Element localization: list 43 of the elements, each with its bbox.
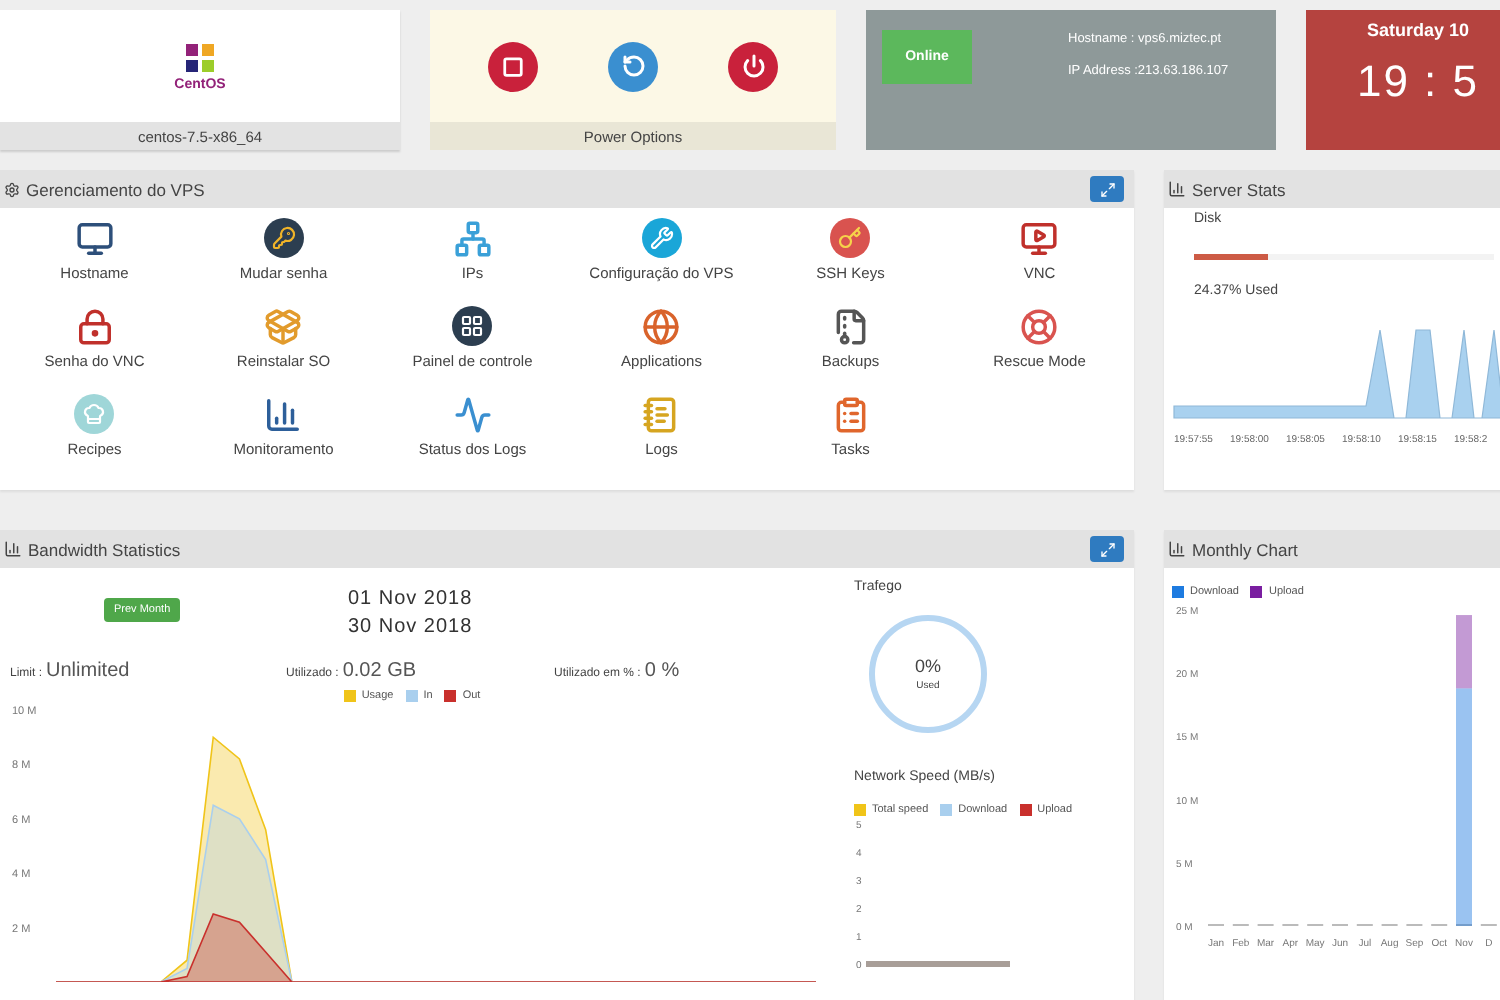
wrench-icon: [641, 218, 682, 258]
lifebuoy-icon: [1019, 306, 1060, 346]
bar-chart-icon: [1168, 180, 1186, 198]
bar-chart-icon: [263, 394, 304, 434]
key-icon: [830, 218, 871, 258]
grid-icon: [452, 306, 493, 346]
lock-icon: [74, 306, 115, 346]
panel-title: Gerenciamento do VPS: [26, 179, 207, 199]
stop-button[interactable]: [488, 41, 538, 91]
expand-icon: [1099, 541, 1115, 557]
power-button[interactable]: [728, 41, 778, 91]
expand-button[interactable]: [1090, 536, 1124, 562]
network-icon: [452, 218, 493, 258]
end-date: 30 Nov 2018: [347, 616, 473, 638]
settings-icon: [4, 181, 20, 197]
panel-title: Server Stats: [1192, 179, 1288, 199]
start-date: 01 Nov 2018: [347, 588, 473, 610]
traffic-gauge-ring: [864, 610, 992, 738]
chef-hat-icon: [74, 394, 115, 434]
expand-button[interactable]: [1090, 176, 1124, 202]
stop-icon: [502, 55, 524, 77]
remote-screen-icon: [1019, 218, 1060, 258]
clock-time: 19 : 5: [1356, 56, 1480, 108]
logo-icon: [182, 40, 218, 76]
panel-title: Monthly Chart: [1192, 539, 1300, 559]
bar-chart-icon: [4, 540, 22, 558]
expand-icon: [1099, 181, 1115, 197]
monitor-icon: [74, 218, 115, 258]
date-text: Saturday 10: [1366, 20, 1470, 40]
used-value: 0.02 GB: [342, 660, 417, 682]
bar-chart-icon: [1168, 540, 1186, 558]
restart-icon: [621, 54, 645, 78]
panel-title: Bandwidth Statistics: [28, 539, 183, 559]
used-percent-value: 0 %: [644, 660, 680, 682]
gauge-value: 0%: [914, 656, 941, 676]
globe-icon: [641, 306, 682, 346]
key-icon: [263, 218, 304, 258]
power-icon: [741, 54, 765, 78]
speed-line-drawing: [866, 961, 1010, 967]
limit-value: Unlimited: [46, 660, 130, 682]
package-icon: [263, 306, 304, 346]
restart-button[interactable]: [608, 41, 658, 91]
line-chart-icon: [452, 394, 493, 434]
